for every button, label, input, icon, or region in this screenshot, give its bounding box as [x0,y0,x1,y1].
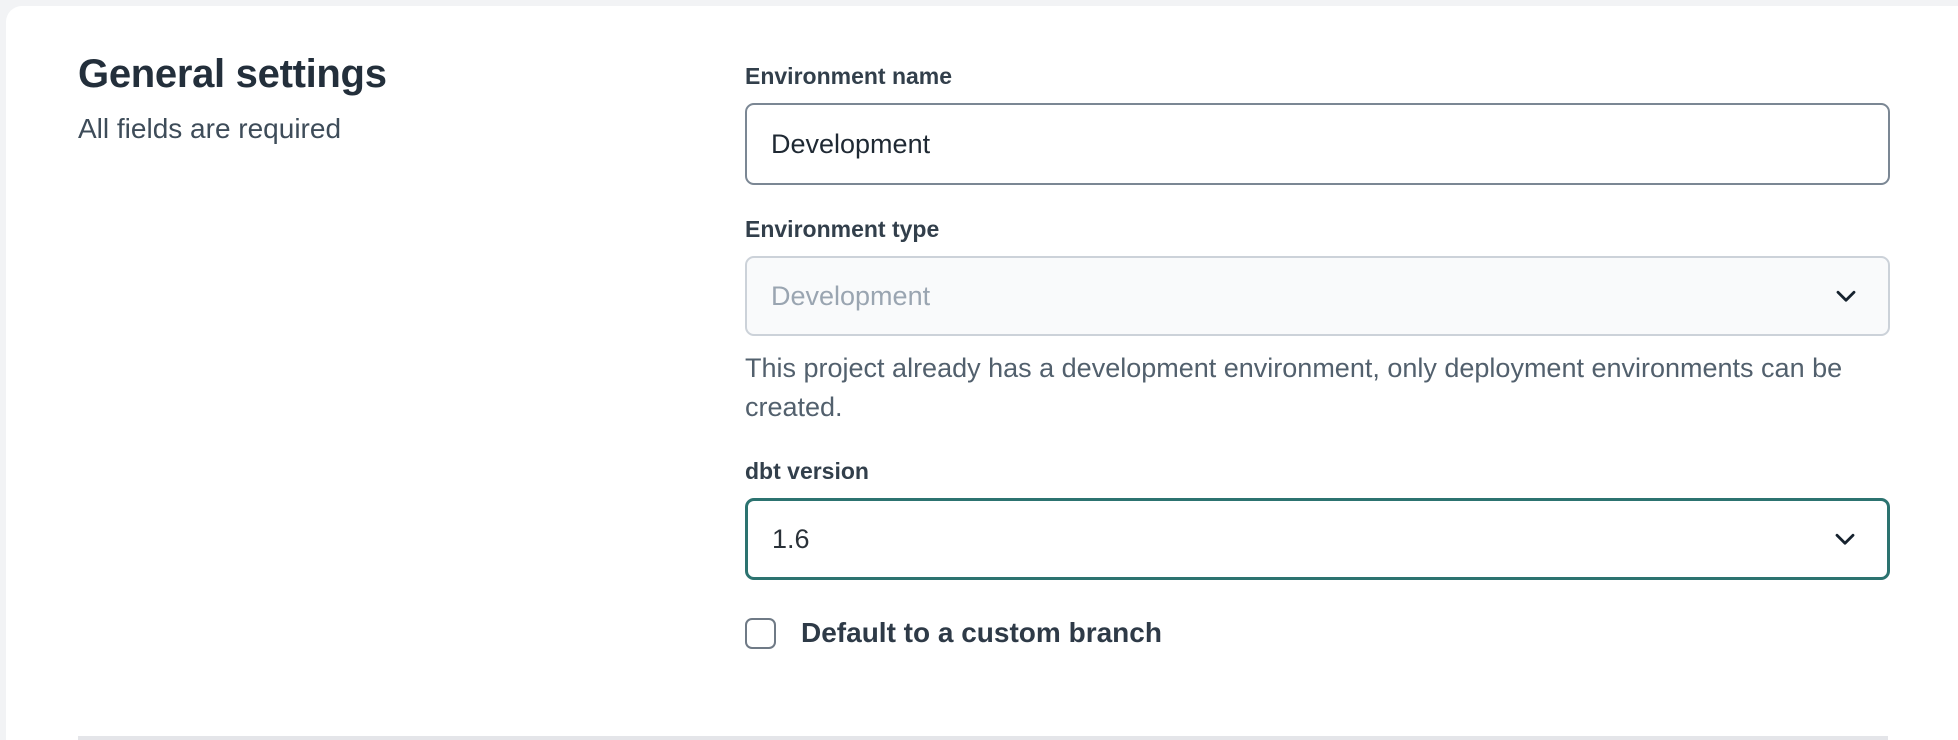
custom-branch-row[interactable]: Default to a custom branch [745,616,1890,650]
page-subtitle: All fields are required [78,112,745,146]
environment-type-label: Environment type [745,215,1890,243]
custom-branch-checkbox[interactable] [745,618,776,649]
dbt-version-select[interactable]: 1.6 [745,498,1890,580]
section-divider [78,736,1888,740]
environment-type-value: Development [771,281,930,312]
dbt-version-field: dbt version 1.6 [745,457,1890,580]
settings-card: General settings All fields are required… [6,6,1958,740]
section-header: General settings All fields are required [78,46,745,650]
settings-content: General settings All fields are required… [6,6,1958,650]
dbt-version-value: 1.6 [772,524,810,555]
settings-form: Environment name Environment type Develo… [745,46,1890,650]
environment-type-select: Development [745,256,1890,336]
environment-name-field: Environment name [745,62,1890,185]
environment-name-input[interactable] [745,103,1890,185]
environment-type-help: This project already has a development e… [745,349,1890,427]
page-title: General settings [78,50,745,98]
environment-name-label: Environment name [745,62,1890,90]
custom-branch-label: Default to a custom branch [801,616,1162,650]
chevron-down-icon [1830,280,1862,312]
dbt-version-label: dbt version [745,457,1890,485]
chevron-down-icon [1829,523,1861,555]
environment-type-field: Environment type Development This projec… [745,215,1890,427]
